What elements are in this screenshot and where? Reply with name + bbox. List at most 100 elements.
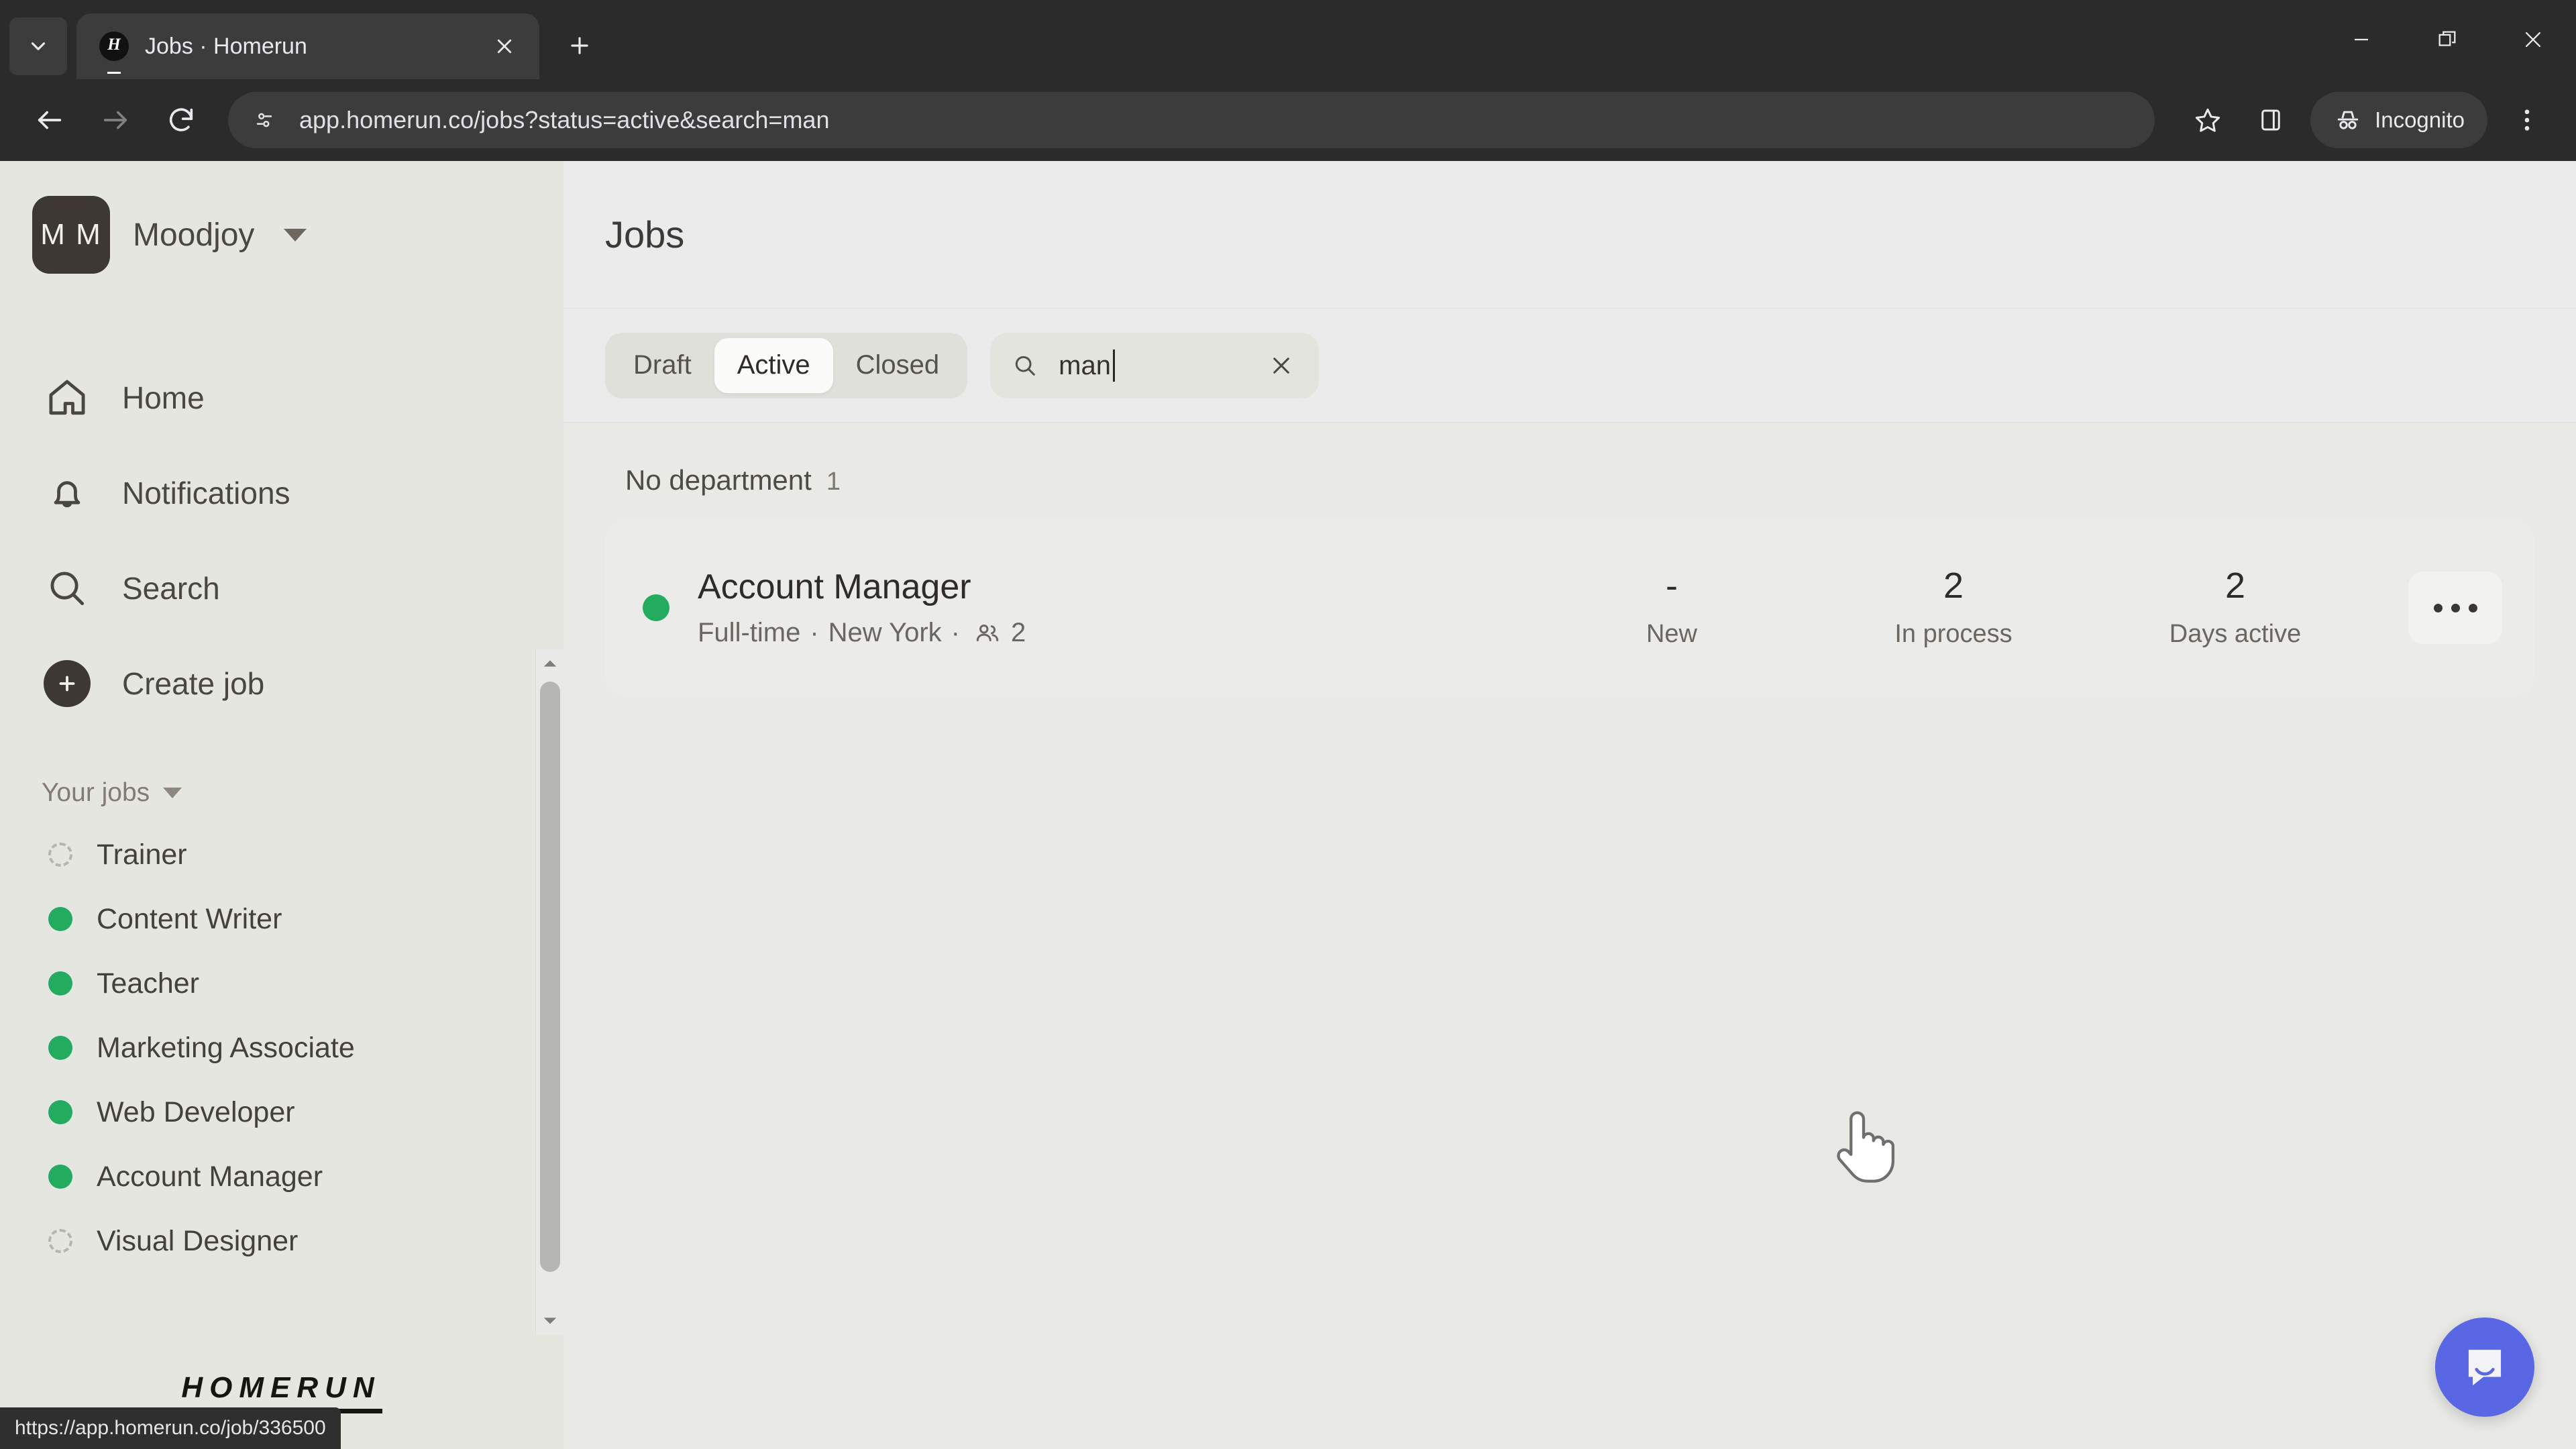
job-info: Account Manager Full-time · New York · 2 — [698, 568, 1026, 649]
url-text: app.homerun.co/jobs?status=active&search… — [299, 106, 830, 133]
scroll-up-button[interactable] — [536, 649, 564, 678]
tab-active[interactable]: Active — [714, 337, 833, 393]
tab-closed[interactable]: Closed — [833, 338, 963, 393]
status-dot-draft-icon — [48, 843, 72, 867]
meta-separator: · — [951, 618, 960, 648]
tab-close-button[interactable] — [487, 29, 522, 64]
sidebar-job-web-developer[interactable]: Web Developer — [0, 1080, 564, 1144]
scrollbar-thumb[interactable] — [540, 682, 560, 1272]
stat-label: New — [1646, 619, 1698, 648]
stat-days-active: 2 Days active — [2094, 568, 2376, 649]
job-people-count: 2 — [1010, 618, 1026, 648]
plus-circle-icon — [42, 658, 93, 709]
org-name: Moodjoy — [133, 217, 255, 253]
site-settings-button[interactable] — [247, 103, 282, 138]
tab-strip: H Jobs · Homerun — [0, 0, 2576, 79]
sidebar-job-teacher[interactable]: Teacher — [0, 951, 564, 1016]
job-title: Account Manager — [698, 567, 971, 606]
list-item-label: Trainer — [97, 838, 187, 871]
sidebar-job-visual-designer[interactable]: Visual Designer — [0, 1209, 564, 1273]
back-button[interactable] — [19, 89, 80, 151]
stat-value: 2 — [1943, 565, 1964, 606]
sidebar-job-content-writer[interactable]: Content Writer — [0, 887, 564, 951]
page-title: Jobs — [605, 213, 685, 256]
address-bar[interactable]: app.homerun.co/jobs?status=active&search… — [228, 92, 2155, 148]
tab-draft[interactable]: Draft — [610, 338, 714, 393]
star-icon — [2195, 108, 2220, 132]
search-icon — [42, 563, 93, 614]
section-label: Your jobs — [42, 778, 150, 807]
chevron-down-icon — [31, 42, 46, 50]
stat-value: - — [1666, 565, 1678, 606]
sidebar-job-trainer[interactable]: Trainer — [0, 822, 564, 887]
status-dot-draft-icon — [48, 1229, 72, 1253]
new-tab-button[interactable] — [554, 20, 605, 71]
incognito-hat-icon — [2337, 111, 2359, 129]
plus-icon — [571, 37, 588, 54]
status-dot-active-icon — [643, 594, 669, 621]
main-panel: Jobs Draft Active Closed man No departme… — [564, 161, 2576, 1449]
status-bar-url: https://app.homerun.co/job/336500 — [0, 1407, 341, 1449]
minimize-icon — [2355, 38, 2368, 41]
bookmark-button[interactable] — [2178, 90, 2238, 150]
minimize-button[interactable] — [2318, 0, 2404, 79]
sidebar-item-create-job[interactable]: Create job — [0, 636, 564, 731]
homerun-logo-icon: H — [99, 32, 129, 74]
page-header: Jobs — [564, 161, 2576, 309]
forward-arrow-icon — [103, 111, 127, 129]
job-row-account-manager[interactable]: Account Manager Full-time · New York · 2 — [605, 518, 2534, 698]
list-item-label: Teacher — [97, 967, 199, 1000]
job-row-menu-button[interactable] — [2408, 572, 2502, 644]
close-window-icon — [2525, 32, 2541, 48]
browser-toolbar: app.homerun.co/jobs?status=active&search… — [0, 79, 2576, 161]
three-dot-menu-icon — [2468, 603, 2477, 612]
sidebar-job-account-manager[interactable]: Account Manager — [0, 1144, 564, 1209]
scroll-down-button[interactable] — [536, 1307, 564, 1335]
browser-menu-button[interactable] — [2497, 90, 2557, 150]
job-employment-type: Full-time — [698, 618, 801, 648]
stat-new: - New — [1531, 568, 1813, 649]
maximize-button[interactable] — [2404, 0, 2490, 79]
your-jobs-list: Trainer Content Writer Teacher Marketing… — [0, 822, 564, 1273]
avatar: M M — [32, 196, 110, 274]
people-icon — [973, 619, 1002, 647]
org-switcher[interactable]: M M Moodjoy — [0, 161, 564, 309]
chevron-down-icon — [284, 228, 307, 241]
search-input[interactable]: man — [990, 332, 1320, 398]
reload-button[interactable] — [150, 89, 212, 151]
sidebar-job-marketing-associate[interactable]: Marketing Associate — [0, 1016, 564, 1080]
forward-button[interactable] — [85, 89, 146, 151]
intercom-chat-button[interactable] — [2435, 1318, 2534, 1417]
three-dot-menu-icon — [2524, 109, 2530, 131]
list-item-label: Content Writer — [97, 902, 282, 935]
sidebar: M M Moodjoy Home Notifications Search Cr… — [0, 161, 564, 1449]
site-settings-icon — [256, 113, 272, 127]
stat-in-process: 2 In process — [1813, 568, 2094, 649]
side-panel-button[interactable] — [2241, 90, 2301, 150]
job-meta: Full-time · New York · 2 — [698, 618, 1026, 648]
restore-window-icon — [2438, 31, 2456, 46]
tab-search-button[interactable] — [9, 17, 67, 75]
clear-search-button[interactable] — [1264, 348, 1299, 383]
sidebar-scroll-area: Home Notifications Search Create job You… — [0, 309, 564, 1335]
sidebar-item-search[interactable]: Search — [0, 541, 564, 636]
close-window-button[interactable] — [2490, 0, 2576, 79]
chevron-down-icon — [163, 788, 182, 798]
stat-label: In process — [1894, 619, 2012, 648]
close-icon — [497, 39, 512, 54]
browser-tab[interactable]: H Jobs · Homerun — [76, 13, 539, 79]
list-item-label: Marketing Associate — [97, 1031, 355, 1064]
search-icon — [1010, 351, 1040, 380]
sidebar-item-home[interactable]: Home — [0, 350, 564, 445]
your-jobs-section-header[interactable]: Your jobs — [0, 778, 564, 808]
search-input-value: man — [1059, 349, 1245, 382]
incognito-indicator[interactable]: Incognito — [2310, 92, 2487, 148]
sidebar-scrollbar[interactable] — [535, 649, 564, 1335]
toolbar-right-actions: Incognito — [2178, 90, 2557, 150]
sidebar-item-label: Notifications — [122, 476, 290, 511]
sidebar-item-label: Search — [122, 571, 220, 606]
sidebar-item-notifications[interactable]: Notifications — [0, 445, 564, 541]
department-group-header: No department 1 — [605, 423, 2534, 518]
window-controls — [2318, 0, 2576, 79]
incognito-label: Incognito — [2375, 107, 2465, 132]
